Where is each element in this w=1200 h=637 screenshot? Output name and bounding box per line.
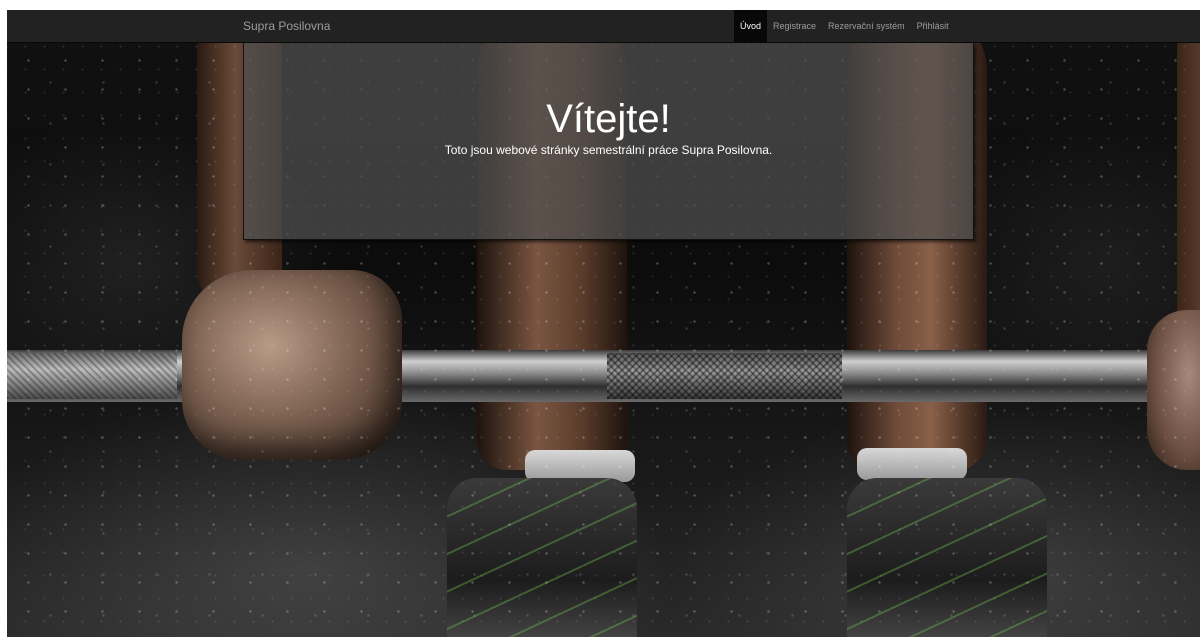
welcome-text: Toto jsou webové stránky semestrální prá…: [444, 143, 773, 157]
top-navbar: Supra Posilovna Úvod Registrace Rezervač…: [7, 10, 1200, 43]
nav-item-registrace: Registrace: [767, 10, 822, 42]
page-frame: Supra Posilovna Úvod Registrace Rezervač…: [7, 10, 1200, 637]
nav-item-uvod: Úvod: [734, 10, 768, 42]
welcome-jumbotron: Vítejte! Toto jsou webové stránky semest…: [243, 42, 974, 240]
nav-menu: Úvod Registrace Rezervační systém Přihlá…: [734, 10, 955, 42]
nav-link-prihlasit[interactable]: Přihlásit: [911, 10, 955, 42]
nav-item-rezervacni-system: Rezervační systém: [822, 10, 911, 42]
nav-item-prihlasit: Přihlásit: [911, 10, 955, 42]
nav-link-rezervacni-system[interactable]: Rezervační systém: [822, 10, 911, 42]
brand-link[interactable]: Supra Posilovna: [243, 10, 330, 42]
nav-link-uvod[interactable]: Úvod: [734, 10, 768, 42]
nav-link-registrace[interactable]: Registrace: [767, 10, 822, 42]
welcome-title: Vítejte!: [546, 97, 671, 141]
